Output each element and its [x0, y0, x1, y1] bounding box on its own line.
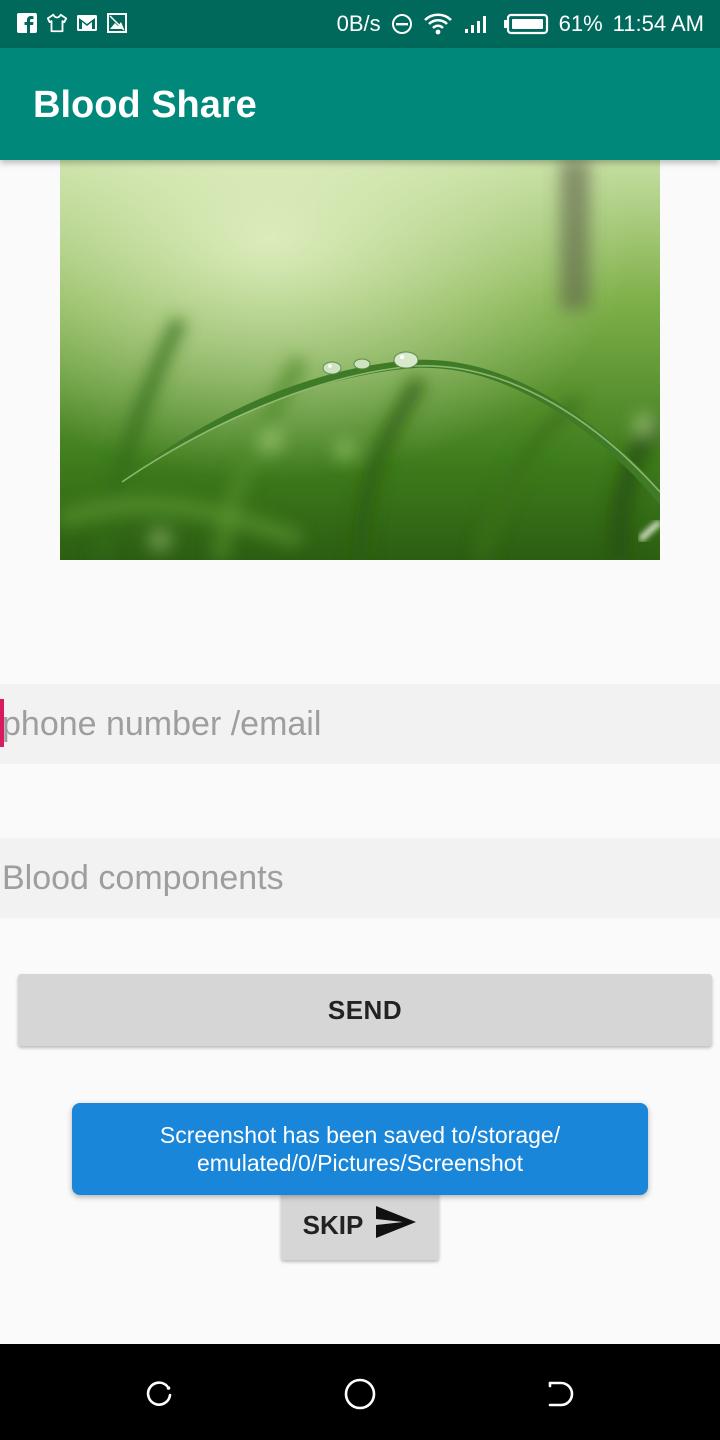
toast-line-2: emulated/0/Pictures/Screenshot: [196, 1150, 523, 1176]
battery-percent: 61%: [558, 11, 603, 36]
text-cursor: [0, 699, 4, 747]
grass-dew-image: [60, 160, 660, 560]
back-button[interactable]: [540, 1374, 580, 1414]
wifi-icon: [423, 13, 453, 35]
tshirt-icon: [46, 12, 68, 34]
send-button[interactable]: SEND: [18, 974, 712, 1046]
battery-icon: [503, 13, 549, 35]
skip-button[interactable]: SKIP: [281, 1190, 439, 1260]
navigation-bar: [0, 1344, 720, 1440]
skip-button-label: SKIP: [302, 1209, 364, 1240]
gmail-icon: [76, 12, 98, 34]
contact-field[interactable]: [0, 684, 720, 764]
send-button-label: SEND: [327, 994, 403, 1025]
signal-icon: [463, 13, 493, 35]
image-icon: [106, 12, 128, 34]
status-bar: 0B/s 61% 11:54 AM: [0, 0, 720, 48]
network-speed: 0B/s: [336, 11, 381, 36]
app-title: Blood Share: [33, 84, 257, 126]
do-not-disturb-icon: [391, 13, 413, 35]
blood-components-field[interactable]: [0, 838, 720, 918]
screenshot-toast: Screenshot has been saved to/storage/ em…: [72, 1103, 648, 1195]
recent-apps-button[interactable]: [140, 1374, 180, 1414]
app-bar: Blood Share: [0, 48, 720, 160]
system-status: 0B/s 61% 11:54 AM: [337, 8, 704, 40]
blood-components-input[interactable]: [0, 838, 702, 918]
facebook-icon: [16, 12, 38, 34]
phone-email-input[interactable]: [0, 684, 702, 764]
send-arrow-icon: [375, 1205, 417, 1246]
home-button[interactable]: [340, 1374, 380, 1414]
toast-line-1: Screenshot has been saved to/storage/: [159, 1122, 561, 1148]
clock: 11:54 AM: [612, 11, 704, 36]
notification-icons: [16, 12, 128, 34]
